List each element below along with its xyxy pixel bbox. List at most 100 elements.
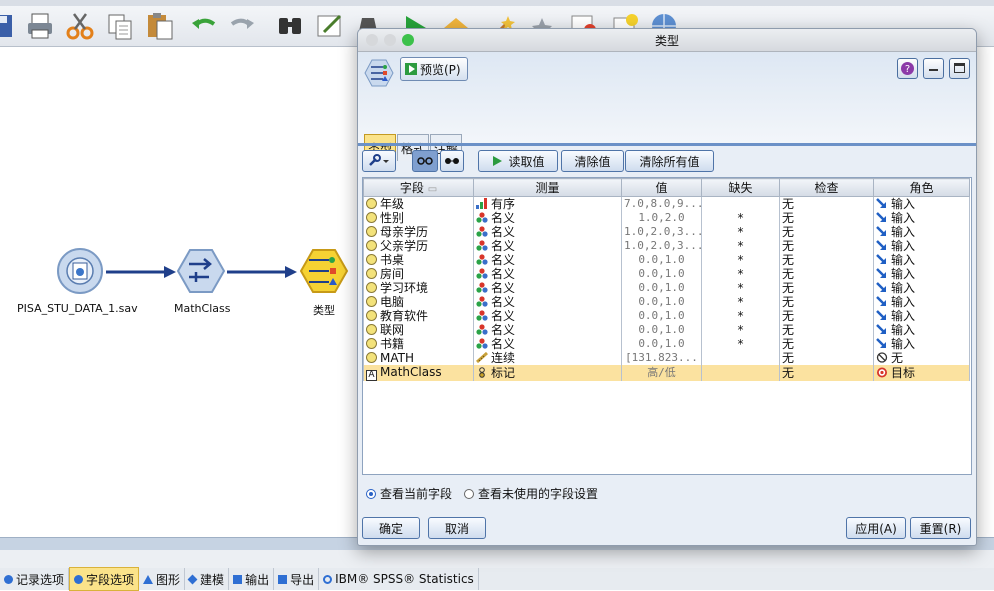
cell-field[interactable]: 书籍 [363, 337, 474, 351]
cell-missing[interactable]: * [701, 211, 780, 225]
print-icon[interactable] [24, 10, 56, 42]
redo-icon[interactable] [226, 10, 258, 42]
cell-role[interactable]: 输入 [873, 323, 970, 337]
palette-tab-field-ops[interactable]: 字段选项 [69, 567, 140, 591]
cell-field[interactable]: 母亲学历 [363, 225, 474, 239]
cell-role[interactable]: 输入 [873, 267, 970, 281]
reset-button[interactable]: 重置(R) [910, 517, 971, 539]
palette-tab-record-ops[interactable]: 记录选项 [0, 568, 70, 590]
cell-check[interactable]: 无 [779, 253, 874, 267]
cell-check[interactable]: 无 [779, 351, 874, 365]
paste-icon[interactable] [144, 10, 176, 42]
cell-missing[interactable]: * [701, 323, 780, 337]
cell-measure[interactable]: 名义 [473, 211, 622, 225]
table-row[interactable]: MATH 连续 [131.823... 无 无 [363, 351, 970, 365]
derive-node-icon[interactable] [176, 246, 226, 296]
column-header-check[interactable]: 检查 [779, 178, 874, 197]
cell-role[interactable]: 输入 [873, 253, 970, 267]
maximize-button[interactable] [949, 58, 970, 79]
cell-role[interactable]: 输入 [873, 295, 970, 309]
table-row[interactable]: 教育软件 名义 0.0,1.0 * 无 输入 [363, 309, 970, 323]
cell-missing[interactable] [701, 351, 780, 365]
minimize-button[interactable] [923, 58, 944, 79]
table-row[interactable]: 母亲学历 名义 1.0,2.0,3.... * 无 输入 [363, 225, 970, 239]
cancel-button[interactable]: 取消 [428, 517, 486, 539]
cell-values[interactable]: 0.0,1.0 [621, 323, 702, 337]
cell-measure[interactable]: 名义 [473, 323, 622, 337]
cell-check[interactable]: 无 [779, 323, 874, 337]
cell-role[interactable]: 输入 [873, 225, 970, 239]
table-row[interactable]: 书桌 名义 0.0,1.0 * 无 输入 [363, 253, 970, 267]
cell-check[interactable]: 无 [779, 309, 874, 323]
table-row[interactable]: 房间 名义 0.0,1.0 * 无 输入 [363, 267, 970, 281]
cell-check[interactable]: 无 [779, 295, 874, 309]
cell-field[interactable]: 学习环境 [363, 281, 474, 295]
cell-field[interactable]: 书桌 [363, 253, 474, 267]
table-row[interactable]: 学习环境 名义 0.0,1.0 * 无 输入 [363, 281, 970, 295]
cell-measure[interactable]: 连续 [473, 351, 622, 365]
cell-role[interactable]: 输入 [873, 239, 970, 253]
source-node-icon[interactable] [55, 246, 105, 296]
cell-values[interactable]: [131.823... [621, 351, 702, 365]
cut-icon[interactable] [64, 10, 96, 42]
cell-role[interactable]: 输入 [873, 337, 970, 351]
cell-field[interactable]: 电脑 [363, 295, 474, 309]
cell-missing[interactable] [701, 196, 780, 211]
cell-check[interactable]: 无 [779, 365, 874, 381]
table-row[interactable]: A MathClass 标记 高/低 无 目标 [363, 365, 970, 381]
cell-check[interactable]: 无 [779, 337, 874, 351]
copy-icon[interactable] [104, 10, 136, 42]
cell-missing[interactable]: * [701, 239, 780, 253]
cell-check[interactable]: 无 [779, 196, 874, 211]
tools-menu-button[interactable] [362, 150, 396, 172]
palette-tab-export[interactable]: 导出 [274, 568, 320, 590]
cell-values[interactable]: 0.0,1.0 [621, 295, 702, 309]
column-header-measure[interactable]: 测量 [473, 178, 622, 197]
palette-tab-graphs[interactable]: 图形 [139, 568, 186, 590]
cell-check[interactable]: 无 [779, 281, 874, 295]
cell-check[interactable]: 无 [779, 267, 874, 281]
cell-role[interactable]: 输入 [873, 309, 970, 323]
cell-measure[interactable]: 标记 [473, 365, 622, 381]
cell-role[interactable]: 输入 [873, 281, 970, 295]
cell-check[interactable]: 无 [779, 211, 874, 225]
cell-values[interactable]: 高/低 [621, 365, 702, 381]
column-header-values[interactable]: 值 [621, 178, 702, 197]
cell-check[interactable]: 无 [779, 225, 874, 239]
cell-measure[interactable]: 名义 [473, 225, 622, 239]
clear-all-values-button[interactable]: 清除所有值 [625, 150, 714, 172]
cell-measure[interactable]: 有序 [473, 196, 622, 211]
cell-values[interactable]: 1.0,2.0,3.... [621, 225, 702, 239]
cell-values[interactable]: 1.0,2.0,3.... [621, 239, 702, 253]
table-row[interactable]: 父亲学历 名义 1.0,2.0,3.... * 无 输入 [363, 239, 970, 253]
palette-tab-modeling[interactable]: 建模 [185, 568, 230, 590]
cell-measure[interactable]: 名义 [473, 267, 622, 281]
cell-role[interactable]: 无 [873, 351, 970, 365]
cell-measure[interactable]: 名义 [473, 281, 622, 295]
type-node-icon[interactable] [299, 246, 349, 296]
table-row[interactable]: 电脑 名义 0.0,1.0 * 无 输入 [363, 295, 970, 309]
find-icon[interactable] [274, 10, 306, 42]
cell-measure[interactable]: 名义 [473, 295, 622, 309]
cell-values[interactable]: 0.0,1.0 [621, 281, 702, 295]
cell-measure[interactable]: 名义 [473, 337, 622, 351]
cell-field[interactable]: 房间 [363, 267, 474, 281]
undo-icon[interactable] [188, 10, 220, 42]
cell-missing[interactable]: * [701, 253, 780, 267]
table-row[interactable]: 性别 名义 1.0,2.0 * 无 输入 [363, 211, 970, 225]
preview-button[interactable]: 预览(P) [400, 57, 468, 81]
read-values-button[interactable]: 读取值 [478, 150, 558, 172]
cell-field[interactable]: 父亲学历 [363, 239, 474, 253]
cell-check[interactable]: 无 [779, 239, 874, 253]
clear-values-button[interactable]: 清除值 [561, 150, 624, 172]
cell-field[interactable]: 年级 [363, 196, 474, 211]
save-icon[interactable] [0, 10, 18, 42]
palette-tab-spss[interactable]: IBM® SPSS® Statistics [319, 568, 479, 590]
cell-values[interactable]: 0.0,1.0 [621, 309, 702, 323]
cell-missing[interactable]: * [701, 281, 780, 295]
column-header-missing[interactable]: 缺失 [701, 178, 780, 197]
cell-field[interactable]: 性别 [363, 211, 474, 225]
column-header-field[interactable]: 字段 ▭ [363, 178, 474, 197]
view-current-radio[interactable] [366, 488, 376, 499]
cell-field[interactable]: MATH [363, 351, 474, 365]
